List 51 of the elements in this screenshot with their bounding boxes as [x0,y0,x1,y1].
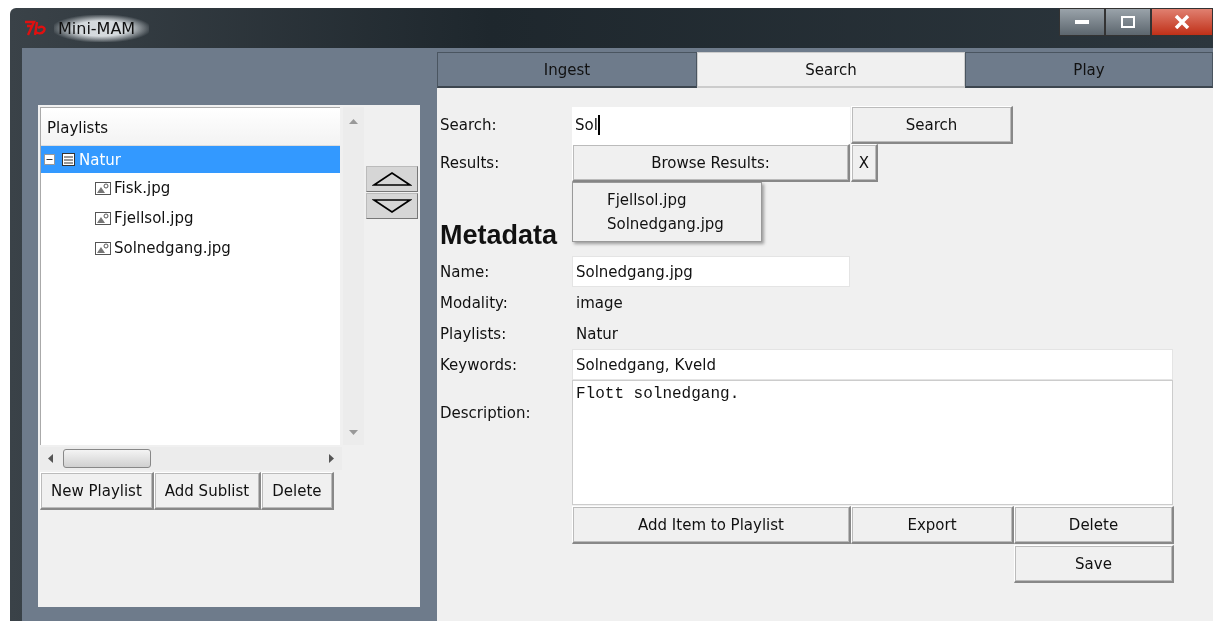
image-icon [95,181,111,195]
tab[interactable]: Search [697,52,965,88]
search-button[interactable]: Search [851,106,1013,144]
menu-item[interactable]: Fjellsol.jpg [573,188,761,212]
playlist-button[interactable]: New Playlist [40,472,154,510]
tree-item[interactable]: Fisk.jpg [112,179,173,197]
section-heading: Metadata [440,220,558,251]
tab[interactable]: Play [965,52,1213,88]
action-button[interactable]: Export [851,506,1014,544]
maximize-icon [1121,16,1135,28]
tree-item[interactable]: Fjellsol.jpg [112,209,196,227]
tree-item[interactable]: Solnedgang.jpg [112,239,233,257]
playlist-button[interactable]: Delete [261,472,334,510]
input-field[interactable]: Solnedgang.jpg [572,256,850,287]
search-field[interactable]: Sol [572,106,850,144]
field-label: Description: [440,403,532,422]
tab[interactable]: Ingest [437,52,697,88]
field-value: image [575,293,623,312]
save-button[interactable]: Save [1014,545,1174,583]
scrollbar-thumb[interactable] [63,449,151,468]
field-label: Results: [440,154,501,172]
browse-results-button[interactable]: Browse Results: [572,144,850,182]
window-title: Mini-MAM [54,14,150,42]
move-up-button[interactable] [366,166,418,192]
field-label: Search: [440,116,498,134]
text-area[interactable]: Flott solnedgang. [572,380,1173,505]
collapse-icon[interactable] [44,154,55,165]
field-label: Name: [440,262,491,281]
field-label: Modality: [440,293,509,312]
playlist-button[interactable]: Add Sublist [153,472,262,510]
scroll-left-icon[interactable] [48,454,53,463]
close-icon [1174,15,1190,29]
field-value: Natur [575,324,618,343]
app-logo-icon [24,20,48,36]
input-field[interactable]: Solnedgang, Kveld [572,349,1173,380]
maximize-button[interactable] [1105,8,1151,36]
field-label: Keywords: [440,355,518,374]
image-icon [95,241,111,255]
action-button[interactable]: Delete [1014,506,1174,544]
horizontal-scrollbar[interactable] [40,447,342,470]
clear-button[interactable]: X [851,144,878,182]
scroll-right-icon[interactable] [329,454,334,463]
minimize-button[interactable] [1059,8,1105,36]
minimize-icon [1075,19,1089,25]
list-icon [61,152,76,167]
image-icon [95,211,111,225]
move-down-button[interactable] [366,193,418,219]
action-button[interactable]: Add Item to Playlist [572,506,851,544]
close-button[interactable] [1151,8,1213,36]
field-label: Playlists: [440,324,508,343]
menu-item[interactable]: Solnedgang.jpg [573,212,761,236]
